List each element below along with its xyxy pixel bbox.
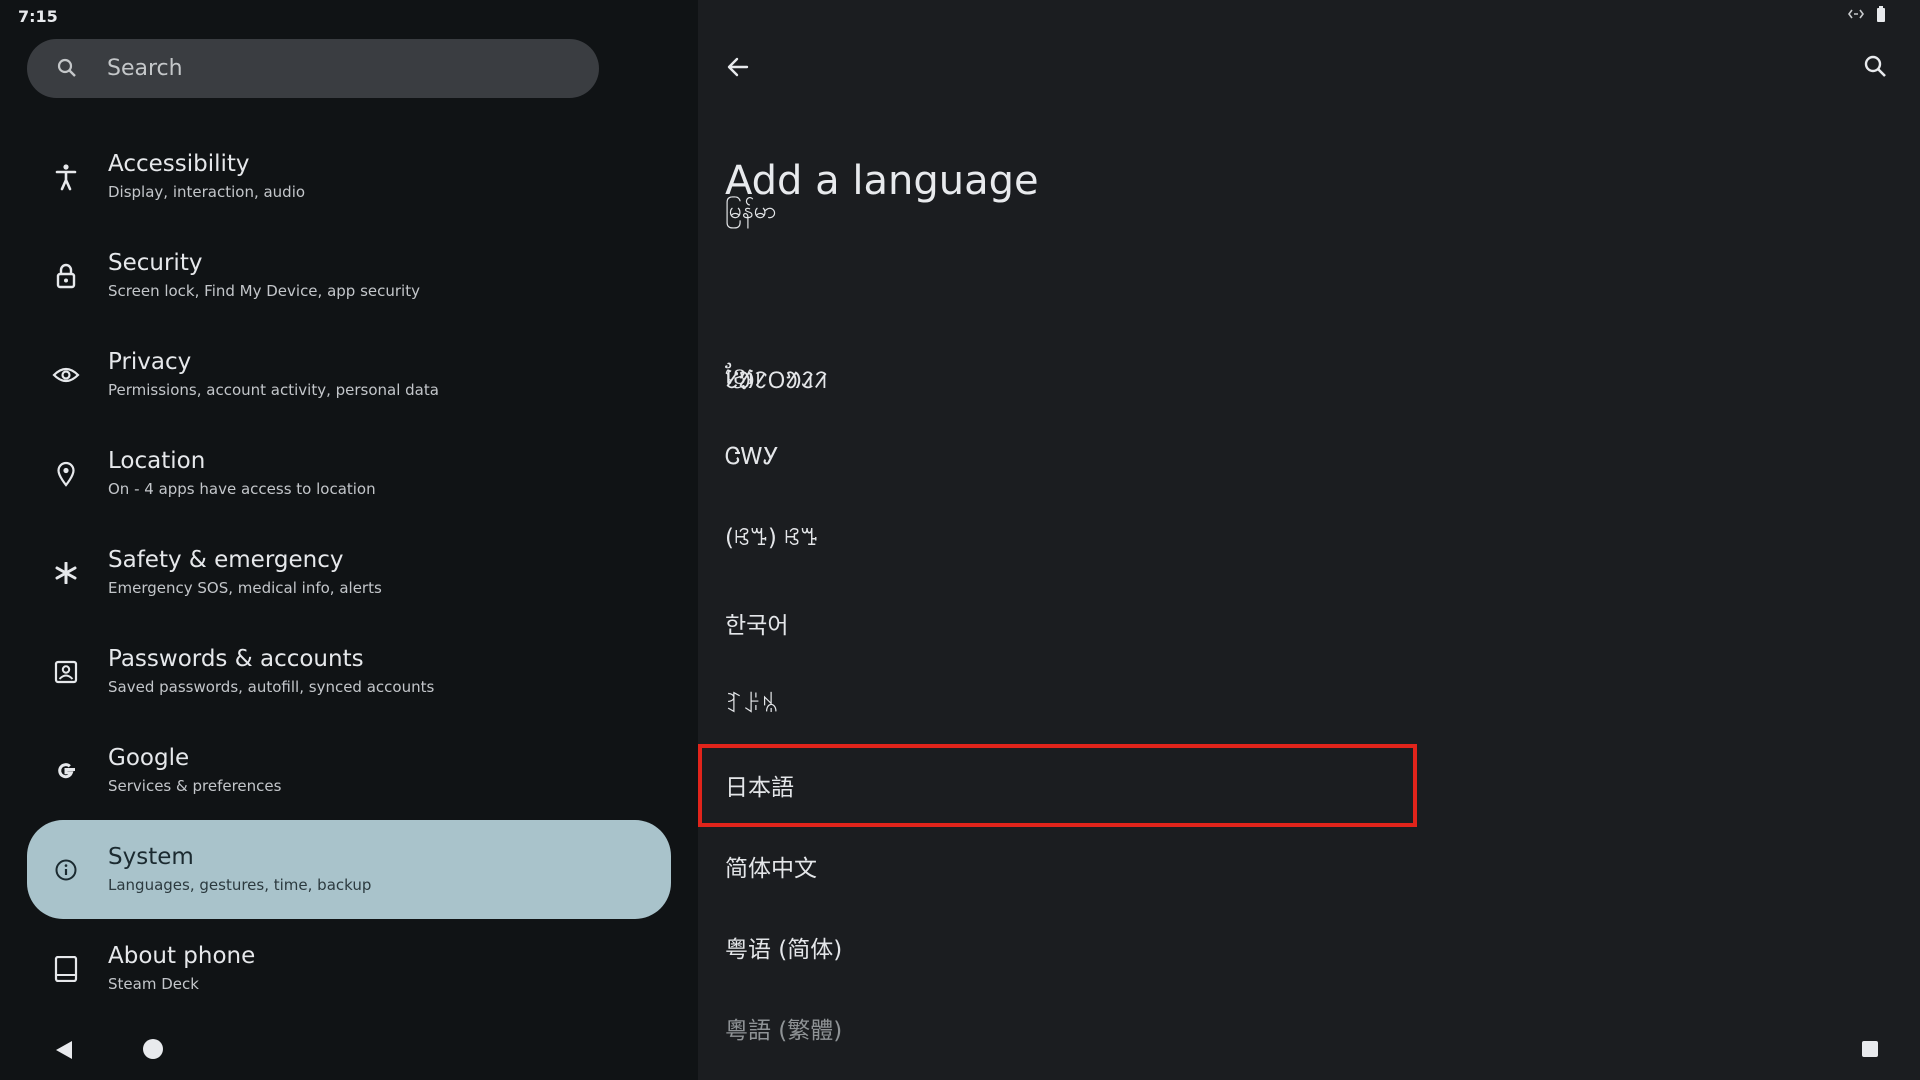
page-title: Add a language <box>725 158 1039 204</box>
language-label: 粵語 (繁體) <box>725 1018 843 1044</box>
search-input[interactable] <box>107 39 577 98</box>
settings-list: Accessibility Display, interaction, audi… <box>27 127 671 1018</box>
language-item[interactable]: 粵語 (繁體) <box>698 1011 1418 1080</box>
accessibility-icon <box>52 163 80 191</box>
language-label: 日本語 <box>725 775 794 801</box>
settings-item-accessibility[interactable]: Accessibility Display, interaction, audi… <box>27 127 671 226</box>
settings-item-about-phone[interactable]: About phone Steam Deck <box>27 919 671 1018</box>
google-icon <box>52 757 80 785</box>
item-subtitle: Saved passwords, autofill, synced accoun… <box>108 678 435 696</box>
item-title: Passwords & accounts <box>108 646 364 672</box>
tablet-icon <box>52 955 80 983</box>
settings-item-safety-emergency[interactable]: Safety & emergency Emergency SOS, medica… <box>27 523 671 622</box>
search-icon[interactable] <box>1862 53 1892 83</box>
item-subtitle: Services & preferences <box>108 777 282 795</box>
item-title: Privacy <box>108 349 192 375</box>
nav-home-icon[interactable] <box>143 1039 163 1059</box>
item-subtitle: Permissions, account activity, personal … <box>108 381 439 399</box>
settings-item-system[interactable]: System Languages, gestures, time, backup <box>27 820 671 919</box>
add-language-pane: မြန်မာ ខ្មែរ ᱥᱟᱱᱛᱟᱲᱤ ᏣᎳᎩ (ꕙꔤ) ꕙꔤ 한국어 ꆈꌠꁱ… <box>698 0 1920 1080</box>
nav-recents-icon[interactable] <box>1862 1041 1878 1057</box>
language-item[interactable]: ᏣᎳᎩ <box>698 444 1418 525</box>
item-subtitle: Languages, gestures, time, backup <box>108 876 372 894</box>
location-pin-icon <box>52 460 80 488</box>
status-time: 7:15 <box>18 7 58 26</box>
item-subtitle: Screen lock, Find My Device, app securit… <box>108 282 420 300</box>
settings-item-security[interactable]: Security Screen lock, Find My Device, ap… <box>27 226 671 325</box>
language-item-japanese[interactable]: 日本語 <box>698 768 1418 849</box>
arrow-back-icon[interactable] <box>725 54 755 84</box>
info-icon <box>52 856 80 884</box>
settings-item-privacy[interactable]: Privacy Permissions, account activity, p… <box>27 325 671 424</box>
settings-item-google[interactable]: Google Services & preferences <box>27 721 671 820</box>
status-icons <box>1848 6 1886 22</box>
item-title: Google <box>108 745 190 771</box>
status-bar: 7:15 <box>0 0 1920 32</box>
item-title: Security <box>108 250 203 276</box>
language-item[interactable]: 한국어 <box>698 606 1418 687</box>
item-title: Accessibility <box>108 151 250 177</box>
battery-icon <box>1876 6 1886 22</box>
item-title: System <box>108 844 194 870</box>
nav-back-icon[interactable] <box>54 1040 74 1064</box>
item-subtitle: On - 4 apps have access to location <box>108 480 376 498</box>
settings-sidebar: Accessibility Display, interaction, audi… <box>0 0 698 1080</box>
language-label: ꆈꌠꁱ <box>725 692 779 718</box>
language-item[interactable]: ᱥᱟᱱᱛᱟᱲᱤ <box>698 363 1418 444</box>
settings-item-passwords-accounts[interactable]: Passwords & accounts Saved passwords, au… <box>27 622 671 721</box>
settings-item-location[interactable]: Location On - 4 apps have access to loca… <box>27 424 671 523</box>
language-label: 한국어 <box>725 613 789 639</box>
link-icon <box>1848 8 1864 20</box>
language-item[interactable]: (ꕙꔤ) ꕙꔤ <box>698 525 1418 606</box>
language-label: ᱥᱟᱱᱛᱟᱲᱤ <box>725 368 828 394</box>
lock-icon <box>52 262 80 290</box>
item-title: Safety & emergency <box>108 547 344 573</box>
account-box-icon <box>52 658 80 686</box>
search-icon <box>55 56 79 84</box>
language-label: ᏣᎳᎩ <box>725 444 779 470</box>
eye-icon <box>52 361 80 389</box>
item-subtitle: Display, interaction, audio <box>108 183 306 201</box>
language-item[interactable]: ꆈꌠꁱ <box>698 687 1418 768</box>
language-item[interactable]: 简体中文 <box>698 849 1418 930</box>
navigation-bar <box>0 1016 698 1080</box>
item-title: Location <box>108 448 206 474</box>
item-title: About phone <box>108 943 256 969</box>
item-subtitle: Steam Deck <box>108 975 199 993</box>
item-subtitle: Emergency SOS, medical info, alerts <box>108 579 382 597</box>
asterisk-icon <box>52 559 80 587</box>
search-bar[interactable] <box>27 39 599 98</box>
language-label: 简体中文 <box>725 856 817 882</box>
language-item[interactable]: 粤语 (简体) <box>698 930 1418 1011</box>
language-label: (ꕙꔤ) ꕙꔤ <box>725 525 819 551</box>
language-item[interactable]: ខ្មែរ <box>698 259 1418 390</box>
language-label: 粤语 (简体) <box>725 937 843 963</box>
